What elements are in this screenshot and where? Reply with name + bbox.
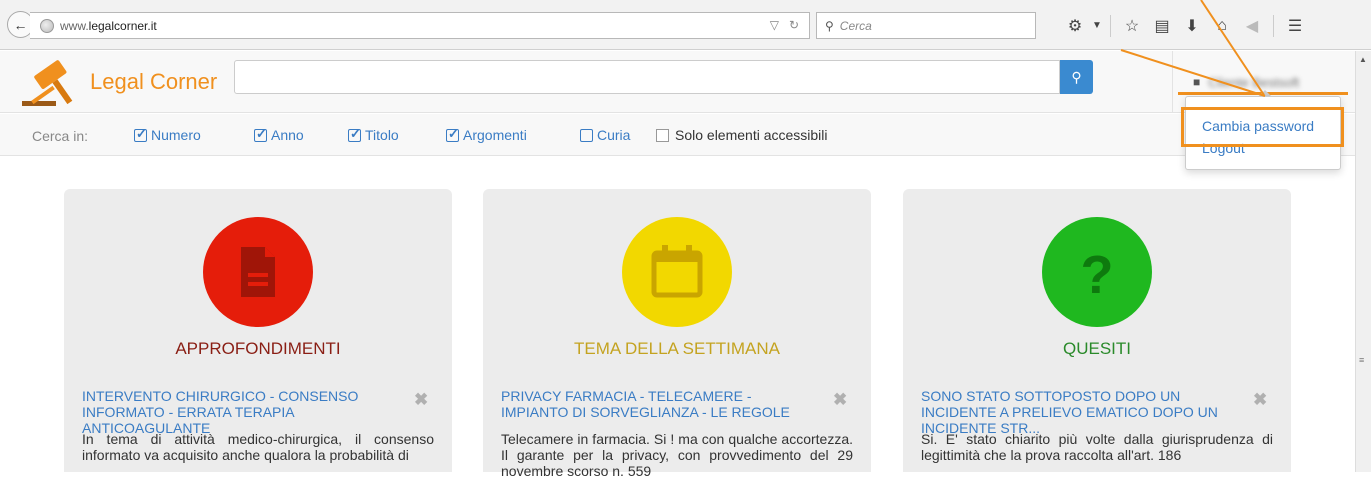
scroll-up-arrow-icon[interactable]: ▲ [1355, 51, 1371, 67]
filter-argomenti-label: Argomenti [463, 127, 527, 143]
svg-text:?: ? [1081, 245, 1114, 305]
checkbox-checked-icon [254, 126, 267, 142]
checkbox-checked-icon [446, 126, 459, 142]
close-icon[interactable]: ✖ [414, 390, 428, 410]
filter-curia[interactable]: Curia [580, 127, 630, 143]
dropdown-arrow-icon[interactable]: ▽ [770, 18, 779, 32]
card-icon-circle [203, 217, 313, 327]
reload-icon[interactable]: ↻ [789, 18, 799, 32]
browser-toolbar: ← www. legalcorner.it ▽ ↻ ⚲ Cerca ⚙ ▼ ☆ ▤… [0, 0, 1371, 50]
card-approfondimenti: APPROFONDIMENTI INTERVENTO CHIRURGICO - … [64, 189, 452, 472]
card-icon-circle [622, 217, 732, 327]
checkbox-box-icon [656, 128, 669, 142]
download-icon[interactable]: ⬇ [1177, 12, 1207, 39]
checkbox-checked-icon [134, 126, 147, 142]
url-prefix: www. [60, 18, 89, 33]
filter-numero-label: Numero [151, 127, 201, 143]
browser-search-input[interactable]: ⚲ Cerca [816, 12, 1036, 39]
home-icon[interactable]: ⌂ [1207, 12, 1237, 39]
card-category[interactable]: TEMA DELLA SETTIMANA [483, 339, 871, 359]
card-category[interactable]: APPROFONDIMENTI [64, 339, 452, 359]
share-icon[interactable]: ◀ [1237, 12, 1267, 39]
article-excerpt: Si. E' stato chiarito più volte dalla gi… [921, 431, 1273, 463]
card-category[interactable]: QUESITI [903, 339, 1291, 359]
scroll-grip-icon[interactable]: ≡ [1359, 355, 1364, 365]
globe-icon [40, 18, 54, 33]
brand-name[interactable]: Legal Corner [90, 69, 217, 95]
browser-icons: ⚙ ▼ ☆ ▤ ⬇ ⌂ ◀ ☰ [1060, 12, 1310, 39]
annotation-highlight-box [1181, 107, 1344, 147]
back-arrow-icon: ← [13, 16, 28, 33]
calendar-icon [651, 245, 703, 298]
filter-titolo-label: Titolo [365, 127, 399, 143]
card-tema-della-settimana: TEMA DELLA SETTIMANA PRIVACY FARMACIA - … [483, 189, 871, 479]
filter-titolo[interactable]: Titolo [348, 126, 399, 143]
reading-list-icon[interactable]: ▤ [1147, 12, 1177, 39]
gavel-logo-icon[interactable] [16, 57, 86, 109]
site-search-input[interactable] [234, 60, 1060, 94]
page-scrollbar[interactable] [1355, 51, 1371, 472]
search-icon: ⚲ [1071, 68, 1082, 85]
site-search-button[interactable]: ⚲ [1060, 60, 1093, 94]
address-bar-tools: ▽ ↻ [770, 18, 799, 32]
bookmark-star-icon[interactable]: ☆ [1117, 12, 1147, 39]
filter-anno[interactable]: Anno [254, 126, 304, 143]
card-icon-circle: ? [1042, 217, 1152, 327]
filter-curia-label: Curia [597, 127, 631, 143]
checkbox-unchecked-icon [580, 128, 593, 142]
article-excerpt: In tema di attività medico-chirurgica, i… [82, 431, 434, 463]
question-icon: ? [1081, 245, 1114, 305]
addon-icon[interactable]: ⚙ [1060, 12, 1090, 39]
article-title-link[interactable]: SONO STATO SOTTOPOSTO DOPO UN INCIDENTE … [921, 388, 1241, 436]
user-icon: ■ [1193, 75, 1201, 89]
article-title-link[interactable]: INTERVENTO CHIRURGICO - CONSENSO INFORMA… [82, 388, 402, 436]
filter-argomenti[interactable]: Argomenti [446, 126, 527, 143]
close-icon[interactable]: ✖ [1253, 390, 1267, 410]
document-icon [241, 247, 275, 297]
accessible-only-checkbox[interactable]: Solo elementi accessibili [656, 127, 828, 143]
user-name: Cliente Bestsoft [1208, 74, 1300, 90]
filter-anno-label: Anno [271, 127, 304, 143]
close-icon[interactable]: ✖ [833, 390, 847, 410]
url-domain: legalcorner.it [88, 18, 157, 33]
article-title-link[interactable]: PRIVACY FARMACIA - TELECAMERE - IMPIANTO… [501, 388, 821, 420]
card-quesiti: ? QUESITI SONO STATO SOTTOPOSTO DOPO UN … [903, 189, 1291, 472]
filter-numero[interactable]: Numero [134, 126, 201, 143]
addon-dropdown-icon[interactable]: ▼ [1090, 12, 1104, 39]
toolbar-divider [1110, 14, 1111, 37]
toolbar-divider [1273, 14, 1274, 37]
accessible-only-label: Solo elementi accessibili [675, 127, 828, 143]
site-header: Legal Corner ⚲ ■ Cliente Bestsoft [0, 51, 1355, 113]
browser-search-placeholder: Cerca [839, 18, 872, 33]
search-filter-bar: Cerca in: Numero Anno Titolo Argomenti C… [0, 114, 1355, 156]
address-bar[interactable]: www. legalcorner.it ▽ ↻ [30, 12, 810, 39]
filter-label: Cerca in: [32, 128, 89, 144]
menu-hamburger-icon[interactable]: ☰ [1280, 12, 1310, 39]
search-icon: ⚲ [825, 18, 834, 33]
checkbox-checked-icon [348, 126, 361, 142]
